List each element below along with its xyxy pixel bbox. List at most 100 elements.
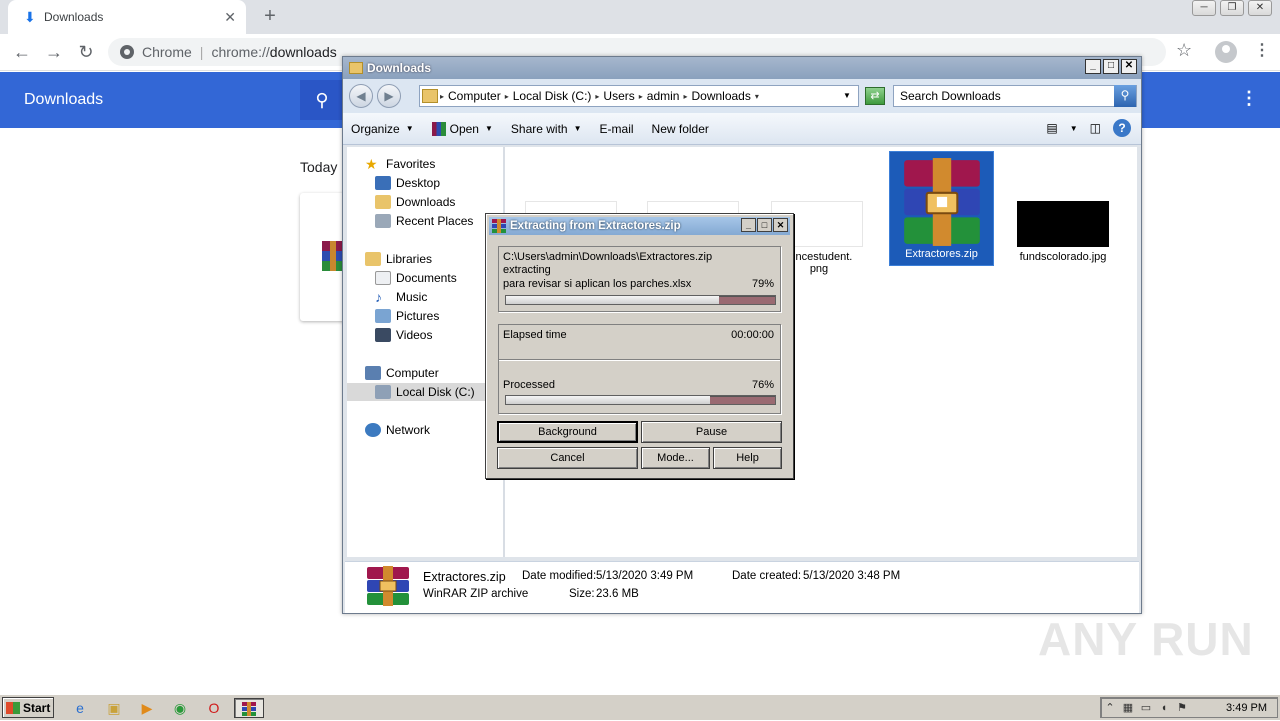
file-name: fundscolorado.jpg xyxy=(1019,251,1107,263)
nav-local-disk[interactable]: Local Disk (C:) xyxy=(347,383,503,401)
bookmark-star-icon[interactable]: ☆ xyxy=(1176,40,1192,61)
email-label: E-mail xyxy=(599,121,634,136)
show-hidden-icons-icon[interactable]: ⌃ xyxy=(1101,701,1119,714)
chevron-down-icon[interactable]: ▼ xyxy=(1070,124,1078,133)
pause-button[interactable]: Pause xyxy=(641,421,782,443)
file-progress-group: C:\Users\admin\Downloads\Extractores.zip… xyxy=(498,246,781,312)
chrome-icon[interactable]: ◉ xyxy=(168,698,192,718)
help-button[interactable]: Help xyxy=(713,447,782,469)
chevron-right-icon[interactable]: ▸ xyxy=(683,92,687,101)
drive-icon xyxy=(375,385,391,399)
winrar-archive-icon xyxy=(903,158,980,246)
email-button[interactable]: E-mail xyxy=(600,122,634,136)
close-icon[interactable]: ✕ xyxy=(773,218,788,232)
close-icon[interactable]: ✕ xyxy=(1121,59,1137,74)
tab-downloads[interactable]: ⬇ Downloads ✕ xyxy=(8,0,246,34)
breadcrumb[interactable]: ▸ Computer ▸ Local Disk (C:) ▸ Users ▸ a… xyxy=(419,85,859,107)
nav-label: Libraries xyxy=(386,252,433,266)
new-tab-button[interactable]: + xyxy=(260,5,280,27)
restore-icon[interactable]: ❐ xyxy=(1220,0,1244,16)
close-tab-icon[interactable]: ✕ xyxy=(224,9,236,26)
close-icon[interactable]: ✕ xyxy=(1248,0,1272,16)
preview-pane-icon[interactable]: ◫ xyxy=(1090,121,1101,135)
back-arrow-icon[interactable]: ← xyxy=(10,41,34,65)
help-icon[interactable]: ? xyxy=(1113,119,1131,137)
winrar-icon xyxy=(431,121,446,136)
image-thumbnail[interactable] xyxy=(1017,201,1109,247)
downloads-folder-icon xyxy=(375,195,391,209)
chevron-right-icon[interactable]: ▸ xyxy=(639,92,643,101)
chevron-right-icon[interactable]: ▸ xyxy=(440,92,444,101)
system-tray: ⌃ ▦ ▭ ◖ ⚑ 3:49 PM xyxy=(1100,697,1278,718)
breadcrumb-downloads[interactable]: Downloads xyxy=(691,89,750,103)
media-player-icon[interactable]: ▶ xyxy=(135,698,159,718)
share-with-label: Share with xyxy=(510,121,568,136)
organize-menu[interactable]: Organize ▼ xyxy=(351,122,414,136)
profile-avatar-icon[interactable] xyxy=(1215,41,1237,63)
documents-icon xyxy=(375,271,391,285)
forward-arrow-icon[interactable]: ▶ xyxy=(377,84,401,108)
file-explorer-icon[interactable]: ▣ xyxy=(102,698,126,718)
nav-label: Documents xyxy=(396,271,457,285)
search-icon[interactable]: ⚲ xyxy=(1114,85,1136,107)
refresh-icon[interactable]: ⇄ xyxy=(865,87,885,105)
open-menu[interactable]: Open ▼ xyxy=(431,121,493,136)
nav-label: Pictures xyxy=(396,309,440,323)
explorer-window-controls: _ □ ✕ xyxy=(1085,59,1137,74)
omnibox-separator: | xyxy=(199,44,204,60)
detail-date-created-label: Date created: xyxy=(732,570,802,582)
breadcrumb-computer[interactable]: Computer xyxy=(448,89,501,103)
maximize-icon[interactable]: □ xyxy=(757,218,772,232)
start-button[interactable]: Start xyxy=(2,697,54,718)
breadcrumb-admin[interactable]: admin xyxy=(647,89,680,103)
maximize-icon[interactable]: □ xyxy=(1103,59,1119,74)
search-input[interactable]: Search Downloads ⚲ xyxy=(893,85,1137,107)
minimize-icon[interactable]: ─ xyxy=(1192,0,1216,16)
forward-arrow-icon[interactable]: → xyxy=(42,41,66,65)
reload-icon[interactable]: ↻ xyxy=(74,41,98,65)
view-icon[interactable]: ▤ xyxy=(1046,121,1057,135)
internet-explorer-icon[interactable]: e xyxy=(68,698,92,718)
url-path: downloads xyxy=(269,44,337,60)
chevron-down-icon[interactable]: ▾ xyxy=(755,92,759,101)
extract-status: extracting xyxy=(503,264,551,276)
opera-icon[interactable]: O xyxy=(202,698,226,718)
cancel-button[interactable]: Cancel xyxy=(497,447,638,469)
back-arrow-icon[interactable]: ◀ xyxy=(349,84,373,108)
detail-date-modified-label: Date modified: xyxy=(522,570,597,582)
file-item-fundscolorado-jpg[interactable]: fundscolorado.jpg xyxy=(1011,251,1115,263)
file-name: Extractores.zip xyxy=(905,248,978,260)
winrar-taskbar-icon[interactable] xyxy=(234,698,264,718)
network-icon xyxy=(365,423,381,437)
minimize-icon[interactable]: _ xyxy=(741,218,756,232)
more-options-icon[interactable]: ⋮ xyxy=(1240,88,1258,109)
battery-icon[interactable]: ▭ xyxy=(1137,701,1155,714)
search-icon[interactable]: ⚲ xyxy=(300,80,344,120)
chevron-right-icon[interactable]: ▸ xyxy=(505,92,509,101)
action-center-flag-icon[interactable]: ⚑ xyxy=(1173,701,1191,714)
address-history-chevron-icon[interactable]: ▼ xyxy=(843,91,851,100)
chevron-right-icon[interactable]: ▸ xyxy=(595,92,599,101)
clock[interactable]: 3:49 PM xyxy=(1226,702,1267,714)
chrome-menu-icon[interactable]: ⋮ xyxy=(1254,40,1270,60)
dialog-titlebar[interactable]: Extracting from Extractores.zip _ □ ✕ xyxy=(489,217,790,235)
minimize-icon[interactable]: _ xyxy=(1085,59,1101,74)
search-placeholder: Search Downloads xyxy=(900,89,1001,103)
network-tray-icon[interactable]: ▦ xyxy=(1119,701,1137,714)
breadcrumb-local-disk[interactable]: Local Disk (C:) xyxy=(513,89,592,103)
nav-favorites[interactable]: ★ Favorites xyxy=(365,155,521,173)
mode-button[interactable]: Mode... xyxy=(641,447,710,469)
file-item-extractores-zip[interactable]: Extractores.zip xyxy=(889,151,994,266)
background-button[interactable]: Background xyxy=(497,421,638,443)
breadcrumb-users[interactable]: Users xyxy=(603,89,634,103)
nav-label: Computer xyxy=(386,366,439,380)
share-with-menu[interactable]: Share with ▼ xyxy=(511,122,582,136)
processed-percent: 76% xyxy=(751,379,774,391)
recent-places-icon xyxy=(375,214,391,228)
winrar-archive-icon xyxy=(367,566,409,606)
volume-icon[interactable]: ◖ xyxy=(1155,702,1173,714)
elapsed-value: 00:00:00 xyxy=(731,329,774,341)
explorer-titlebar[interactable]: Downloads xyxy=(343,57,1141,79)
desktop-icon xyxy=(375,176,391,190)
new-folder-button[interactable]: New folder xyxy=(652,122,709,136)
